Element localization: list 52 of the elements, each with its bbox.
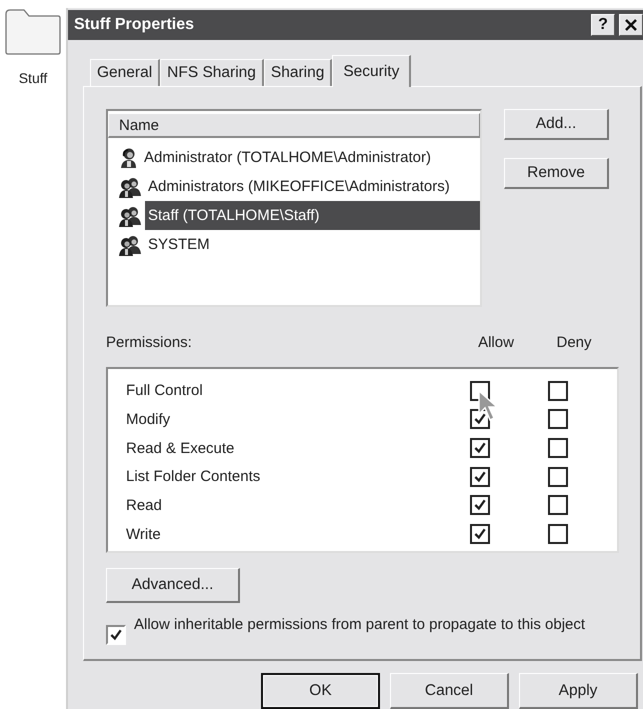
dialog-button[interactable]: Cancel [390,673,509,709]
help-button[interactable]: ? [591,14,615,36]
list-item[interactable]: Administrator (TOTALHOME\Administrator) [141,143,480,172]
checkbox[interactable] [470,495,490,516]
dialog-button[interactable]: OK [261,673,380,709]
permission-name: Modify [126,410,172,428]
column-label: Deny [555,334,593,351]
checkbox[interactable] [548,438,568,458]
window-title: Stuff Properties [74,16,196,34]
dialog-button[interactable]: Add... [504,109,609,140]
permission-name: Read & Execute [126,440,236,457]
user-group-icon [118,234,142,256]
tab[interactable]: Sharing [264,59,332,86]
checkbox-label[interactable]: Allow inheritable permissions from parent to propagate to this object [134,615,586,636]
checkbox[interactable] [106,625,126,646]
checkmark-icon [473,441,487,456]
folder-icon[interactable] [4,8,62,56]
list-item[interactable]: Staff (TOTALHOME\Staff) [145,201,480,230]
tab[interactable]: Security [332,55,412,88]
folder-label[interactable]: Stuff [18,70,48,86]
permission-name: List Folder Contents [126,468,262,486]
checkbox[interactable] [548,524,568,544]
user-icon [118,146,138,169]
permission-name: Write [126,526,162,543]
checkmark-icon [109,628,123,642]
user-group-icon [118,204,142,227]
dialog-button[interactable]: Apply [519,673,638,709]
checkmark-icon [473,412,487,426]
checkmark-icon [473,527,487,542]
checkbox[interactable] [548,380,568,401]
checkbox[interactable] [470,438,490,458]
dialog-button[interactable]: Remove [504,158,609,190]
advanced-button[interactable]: Advanced... [106,568,240,604]
checkbox[interactable] [548,409,568,430]
tab[interactable]: NFS Sharing [160,59,264,86]
close-button[interactable] [619,14,643,36]
checkbox[interactable] [548,495,568,516]
checkmark-icon [473,498,487,512]
list-item[interactable]: Administrators (MIKEOFFICE\Administrators) [145,172,480,202]
permission-name: Read [126,496,163,514]
column-label: Allow [477,334,515,351]
checkbox[interactable] [470,524,490,544]
checkbox[interactable] [548,466,568,487]
permissions-label: Permissions: [106,334,193,351]
checkbox[interactable] [470,466,490,487]
close-icon [624,18,638,32]
checkmark-icon [473,470,487,484]
column-header[interactable]: Name [108,113,480,138]
list-item[interactable]: SYSTEM [145,230,480,260]
tab[interactable]: General [90,59,160,86]
permission-name: Full Control [126,382,204,400]
user-group-icon [118,176,142,198]
